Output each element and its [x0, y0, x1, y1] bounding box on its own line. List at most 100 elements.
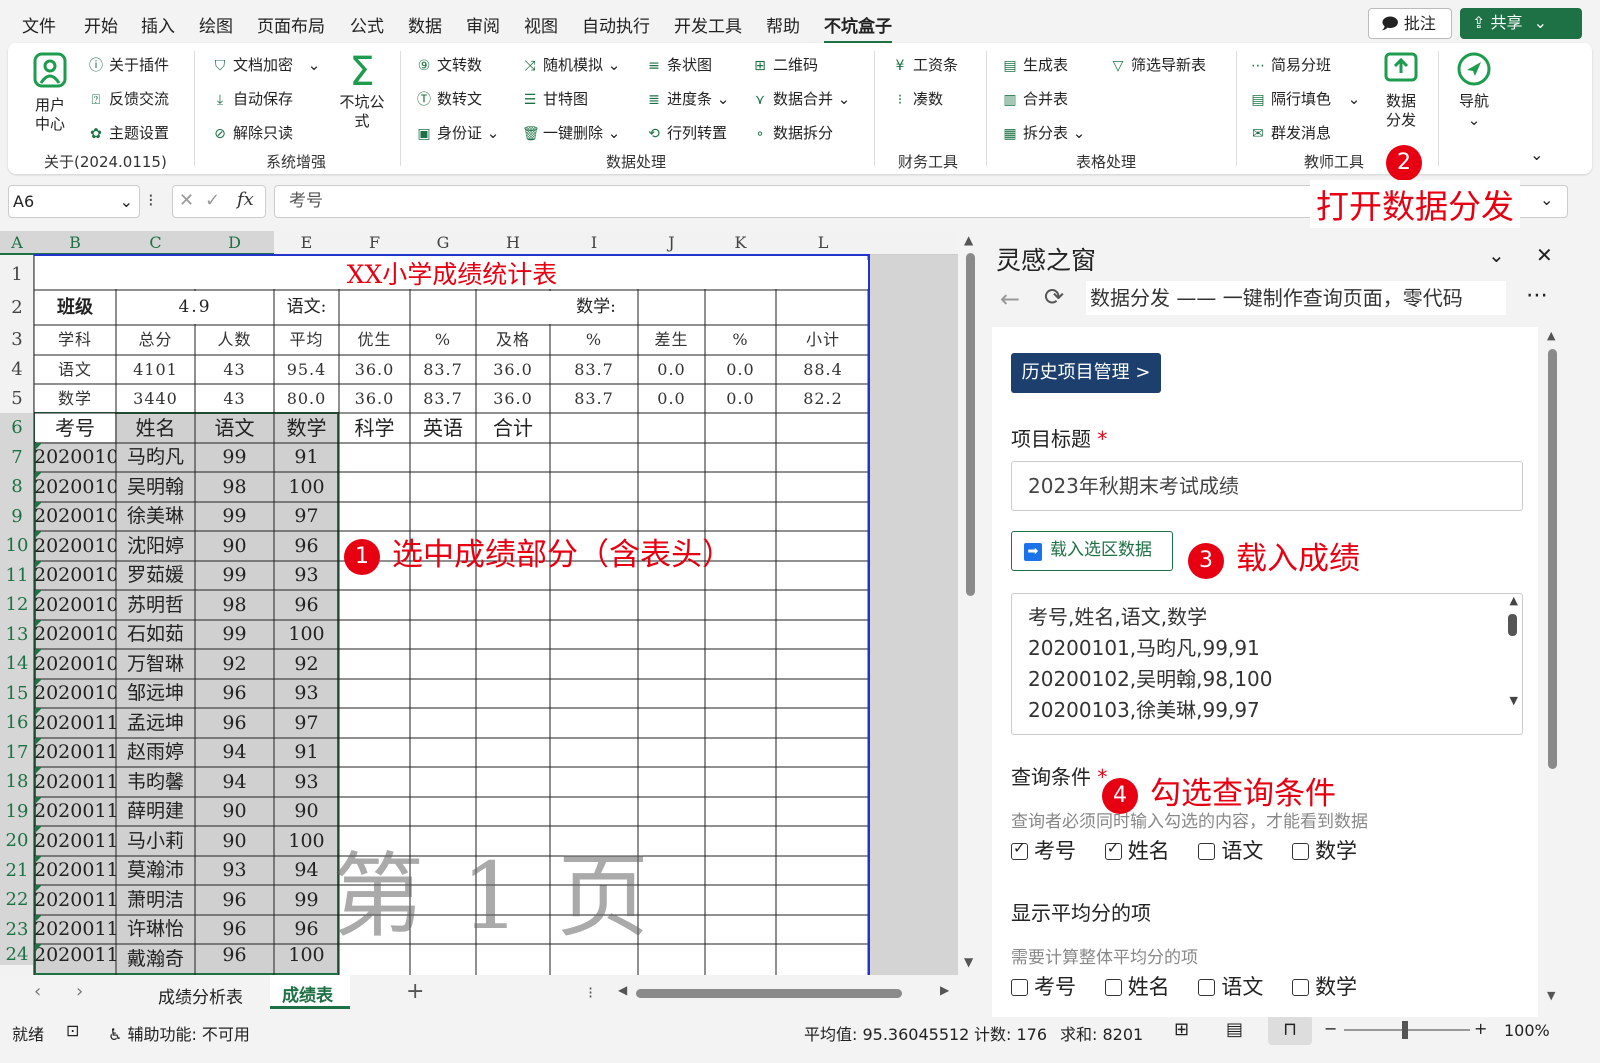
sheet-tab-scores[interactable]: 成绩表 [270, 975, 350, 1009]
share-button[interactable]: ⇪ 共享 ⌄ [1460, 8, 1582, 39]
student-name-cell[interactable]: 莫瀚沛 [116, 856, 195, 885]
student-score-cell[interactable]: 99 [195, 443, 274, 472]
student-name-cell[interactable]: 邹远坤 [116, 679, 195, 708]
close-icon[interactable]: ✕ [1536, 243, 1553, 267]
student-score-cell[interactable]: 96 [195, 679, 274, 708]
student-name-cell[interactable]: 薛明建 [116, 797, 195, 826]
r3-cell[interactable]: 平均 [274, 325, 339, 355]
zoom-slider-thumb[interactable] [1402, 1021, 1408, 1039]
filter-export-button[interactable]: ▽ 筛选导新表 [1110, 54, 1206, 75]
student-score-cell[interactable]: 92 [195, 649, 274, 679]
class-value[interactable]: 4.9 [116, 290, 274, 325]
student-id-cell[interactable]: 20200103 [34, 502, 116, 531]
student-score-cell[interactable]: 93 [274, 679, 339, 708]
sheet-tab-analysis[interactable]: 成绩分析表 [158, 983, 243, 1008]
payroll-button[interactable]: ¥ 工资条 [892, 54, 958, 75]
confirm-icon[interactable]: ✓ [205, 190, 220, 211]
student-name-cell[interactable]: 戴瀚奇 [116, 944, 195, 971]
next-sheet-icon[interactable]: › [76, 981, 83, 1002]
student-score-cell[interactable]: 93 [274, 767, 339, 797]
score-header-cell[interactable]: 数学 [274, 413, 339, 443]
class-label[interactable]: 班级 [34, 290, 116, 325]
tab-automate[interactable]: 自动执行 [582, 12, 650, 37]
student-score-cell[interactable]: 98 [195, 590, 274, 620]
tab-review[interactable]: 审阅 [466, 12, 500, 37]
number-to-text-button[interactable]: Ⓣ 数转文 [416, 88, 482, 109]
student-score-cell[interactable]: 97 [274, 502, 339, 531]
r3-cell[interactable]: % [550, 325, 638, 355]
tab-developer[interactable]: 开发工具 [674, 12, 742, 37]
student-id-cell[interactable]: 20200106 [34, 590, 116, 620]
student-name-cell[interactable]: 许琳怡 [116, 915, 195, 944]
unlock-readonly-button[interactable]: ⊘ 解除只读 [212, 122, 293, 143]
r3-cell[interactable]: 总分 [116, 325, 195, 355]
student-score-cell[interactable]: 100 [274, 826, 339, 856]
student-score-cell[interactable]: 99 [195, 502, 274, 531]
score-header-cell[interactable]: 英语 [410, 413, 476, 443]
student-score-cell[interactable]: 90 [195, 826, 274, 856]
r4-cell[interactable]: 语文 [34, 355, 116, 384]
student-name-cell[interactable]: 沈阳婷 [116, 531, 195, 561]
data-distribution-button[interactable]: 数据 分发 [1372, 51, 1430, 130]
r5-cell[interactable]: 82.2 [776, 384, 870, 413]
math-label[interactable]: 数学: [476, 290, 716, 325]
normal-view-icon[interactable]: ⊞ [1174, 1019, 1189, 1040]
function-icon[interactable]: fx [237, 189, 254, 210]
tab-view[interactable]: 视图 [524, 12, 558, 37]
r5-cell[interactable]: 0.0 [705, 384, 776, 413]
prev-sheet-icon[interactable]: ‹ [34, 981, 41, 1002]
student-score-cell[interactable]: 98 [195, 472, 274, 502]
r4-cell[interactable]: 88.4 [776, 355, 870, 384]
collapse-ribbon-icon[interactable]: ⌄ [1530, 145, 1543, 164]
user-center-button[interactable]: 用户 中心 [22, 51, 78, 134]
row-fill-button[interactable]: ▤ 隔行填色 ⌄ [1250, 88, 1360, 109]
score-header-cell[interactable]: 考号 [34, 413, 116, 443]
score-header-cell[interactable]: 科学 [339, 413, 410, 443]
query-option-chinese[interactable]: 语文 [1198, 839, 1263, 863]
add-sheet-button[interactable]: + [406, 979, 424, 1004]
make-up-button[interactable]: ⁝ 凑数 [892, 88, 943, 109]
tab-draw[interactable]: 绘图 [199, 12, 233, 37]
student-score-cell[interactable]: 100 [274, 620, 339, 649]
student-name-cell[interactable]: 萧明洁 [116, 885, 195, 915]
query-option-math[interactable]: 数学 [1292, 839, 1357, 863]
r3-cell[interactable]: % [705, 325, 776, 355]
r5-cell[interactable]: 83.7 [550, 384, 638, 413]
student-name-cell[interactable]: 徐美琳 [116, 502, 195, 531]
spreadsheet-grid[interactable]: A B C D E F G H I J K L 1 2 3 4 5 6 7 8 9 10 11 12 13 14 15 16 17 18 1… [0, 231, 958, 975]
student-score-cell[interactable]: 100 [274, 944, 339, 966]
r4-cell[interactable]: 36.0 [476, 355, 550, 384]
expand-formula-icon[interactable]: ⌄ [1540, 190, 1553, 209]
student-score-cell[interactable]: 96 [195, 885, 274, 915]
avg-option-chinese[interactable]: 语文 [1198, 975, 1263, 999]
r5-cell[interactable]: 36.0 [476, 384, 550, 413]
r4-cell[interactable]: 4101 [116, 355, 195, 384]
r4-cell[interactable]: 0.0 [705, 355, 776, 384]
student-name-cell[interactable]: 孟远坤 [116, 708, 195, 738]
student-score-cell[interactable]: 90 [195, 797, 274, 826]
zoom-level[interactable]: 100% [1504, 1021, 1550, 1040]
textarea-scroll-thumb[interactable] [1508, 614, 1517, 636]
progress-bar-button[interactable]: ≣ 进度条 ⌄ [646, 88, 729, 109]
history-project-button[interactable]: 历史项目管理 > [1011, 353, 1161, 393]
student-score-cell[interactable]: 93 [274, 561, 339, 590]
student-score-cell[interactable]: 94 [274, 856, 339, 885]
score-header-cell[interactable]: 语文 [195, 413, 274, 443]
sheet-title[interactable]: XX小学成绩统计表 [34, 260, 870, 290]
student-score-cell[interactable]: 92 [274, 649, 339, 679]
student-id-cell[interactable]: 20200108 [34, 649, 116, 679]
split-table-button[interactable]: ▦ 拆分表 ⌄ [1002, 122, 1085, 143]
student-id-cell[interactable]: 20200105 [34, 561, 116, 590]
r4-cell[interactable]: 0.0 [638, 355, 705, 384]
chinese-label[interactable]: 语文: [274, 290, 339, 325]
data-preview-textarea[interactable]: 考号,姓名,语文,数学 20200101,马昀凡,99,91 20200102,… [1011, 593, 1523, 735]
r3-cell[interactable]: % [410, 325, 476, 355]
student-id-cell[interactable]: 20200104 [34, 531, 116, 561]
scroll-right-icon[interactable]: ▶ [940, 983, 949, 997]
student-score-cell[interactable]: 96 [195, 915, 274, 944]
tab-file[interactable]: 文件 [22, 12, 56, 37]
r4-cell[interactable]: 36.0 [339, 355, 410, 384]
student-id-cell[interactable]: 20200115 [34, 856, 116, 885]
zoom-in-button[interactable]: + [1474, 1019, 1487, 1038]
about-plugin-button[interactable]: ⓘ 关于插件 [88, 54, 169, 75]
